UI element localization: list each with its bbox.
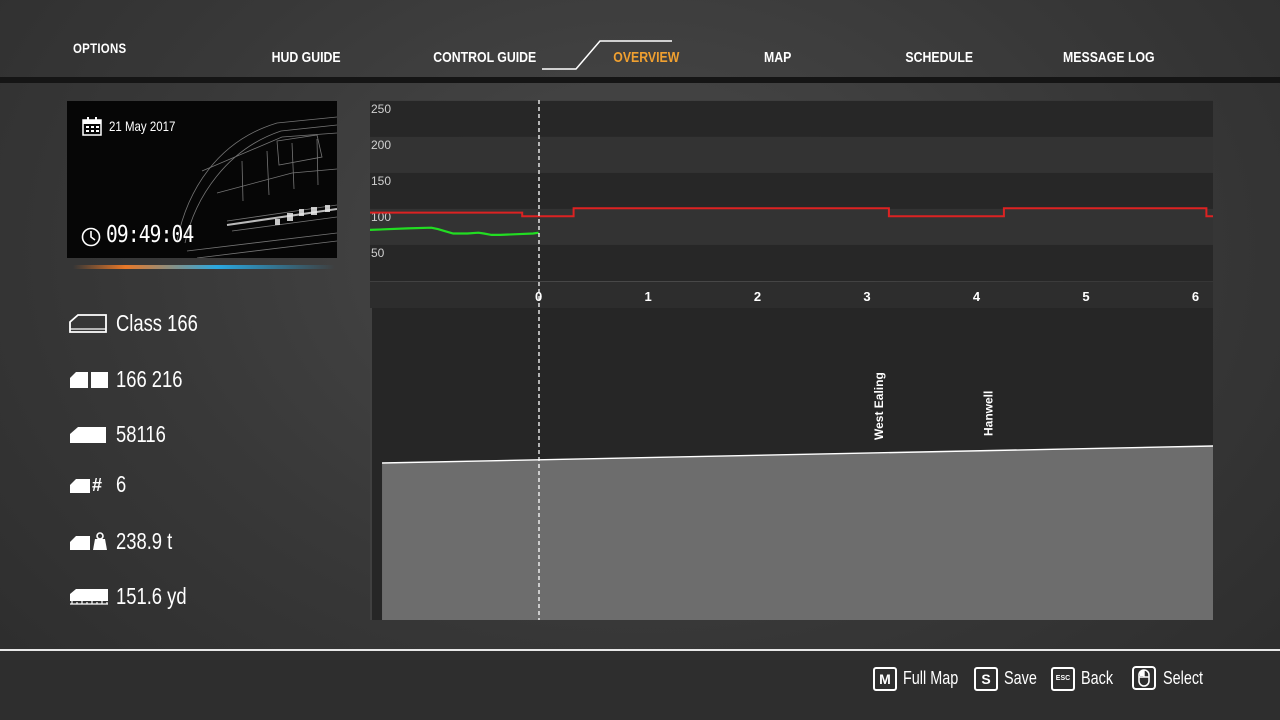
train-length-icon [70, 589, 108, 605]
train-weight-icon [70, 532, 107, 550]
speed-chart: 25020015010050 [370, 100, 1213, 281]
key-s-icon: S [974, 667, 998, 691]
station-label: West Ealing [872, 372, 886, 440]
key-m-icon: M [873, 667, 897, 691]
options-title: OPTIONS [73, 40, 127, 56]
x-tick-label: 5 [1082, 289, 1090, 304]
top-divider [0, 77, 1280, 83]
calendar-icon [82, 117, 102, 136]
stat-value: 238.9 t [116, 528, 173, 554]
stat-value: 151.6 yd [116, 583, 187, 609]
locomotive-class-icon [69, 314, 107, 333]
save-label: Save [1004, 668, 1037, 688]
speed-band [370, 100, 1213, 137]
y-tick-label: 200 [371, 138, 391, 152]
svg-text:#: # [92, 475, 102, 495]
current-date: 21 May 2017 [109, 118, 176, 134]
mouse-icon [1132, 666, 1156, 690]
speed-band [370, 172, 1213, 209]
select-label: Select [1163, 668, 1204, 688]
station-label: Hanwell [981, 391, 995, 436]
tab-overview[interactable]: OVERVIEW [613, 49, 679, 66]
clock-icon [81, 227, 101, 247]
x-tick-label: 6 [1191, 289, 1200, 304]
tab-message-log[interactable]: MESSAGE LOG [1063, 49, 1155, 66]
full-map-label: Full Map [903, 668, 959, 688]
current-time: 09:49:04 [106, 222, 194, 248]
x-tick-label: 1 [644, 289, 652, 304]
tab-hud-guide[interactable]: HUD GUIDE [272, 49, 341, 66]
gradient-profile-chart: West Ealing Hanwell [370, 308, 1213, 620]
train-number-icon [70, 372, 108, 388]
stat-value: 166 216 [116, 366, 183, 392]
x-tick-label: 3 [863, 289, 871, 304]
current-position-marker [538, 100, 540, 620]
tab-map[interactable]: MAP [764, 49, 791, 66]
stat-value: 58116 [116, 421, 166, 447]
x-tick-label: 4 [972, 289, 981, 304]
y-tick-label: 150 [371, 174, 391, 188]
car-count-icon: # [70, 475, 102, 495]
key-esc-icon: ESC [1051, 667, 1075, 691]
tab-schedule[interactable]: SCHEDULE [905, 49, 973, 66]
speed-band [370, 244, 1213, 281]
y-tick-label: 250 [371, 102, 391, 116]
unit-number-icon [70, 427, 106, 443]
top-navigation: OPTIONS HUD GUIDE CONTROL GUIDE OVERVIEW… [0, 0, 1280, 78]
back-label: Back [1081, 668, 1114, 688]
x-tick-label: 2 [753, 289, 762, 304]
tab-control-guide[interactable]: CONTROL GUIDE [433, 49, 536, 66]
stat-value: 6 [116, 471, 127, 497]
card-accent-strip [73, 265, 335, 269]
gradient-profile-area [382, 446, 1213, 620]
speed-band [370, 208, 1213, 245]
stat-value: Class 166 [116, 310, 198, 336]
y-tick-label: 50 [371, 246, 385, 260]
speed-band [370, 136, 1213, 173]
